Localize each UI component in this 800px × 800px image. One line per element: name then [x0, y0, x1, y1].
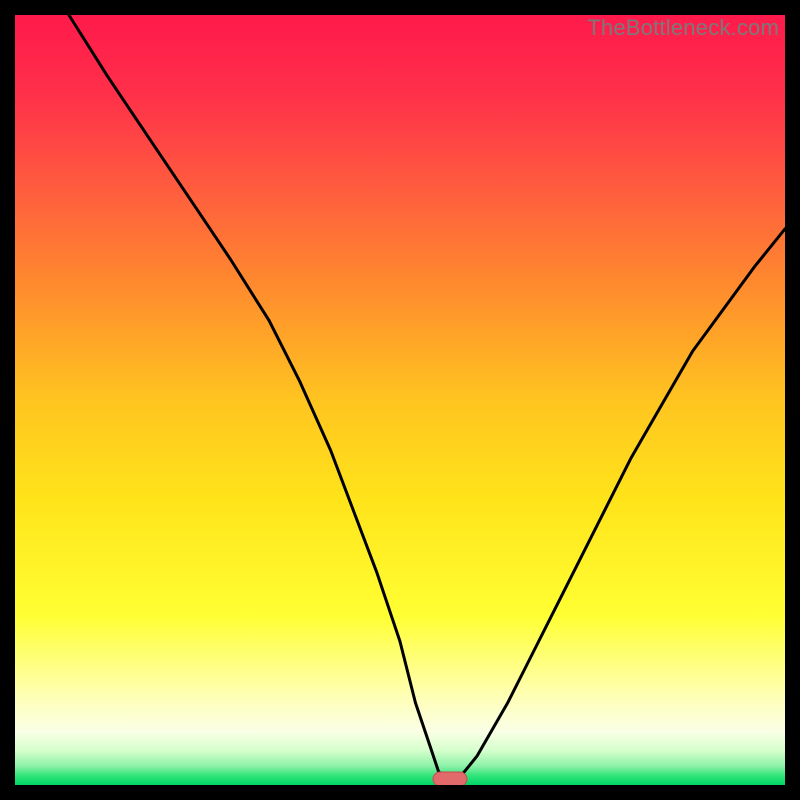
optimal-marker — [433, 772, 467, 785]
chart-frame: TheBottleneck.com — [15, 15, 785, 785]
gradient-background — [15, 15, 785, 785]
watermark-text: TheBottleneck.com — [587, 15, 779, 41]
bottleneck-chart — [15, 15, 785, 785]
